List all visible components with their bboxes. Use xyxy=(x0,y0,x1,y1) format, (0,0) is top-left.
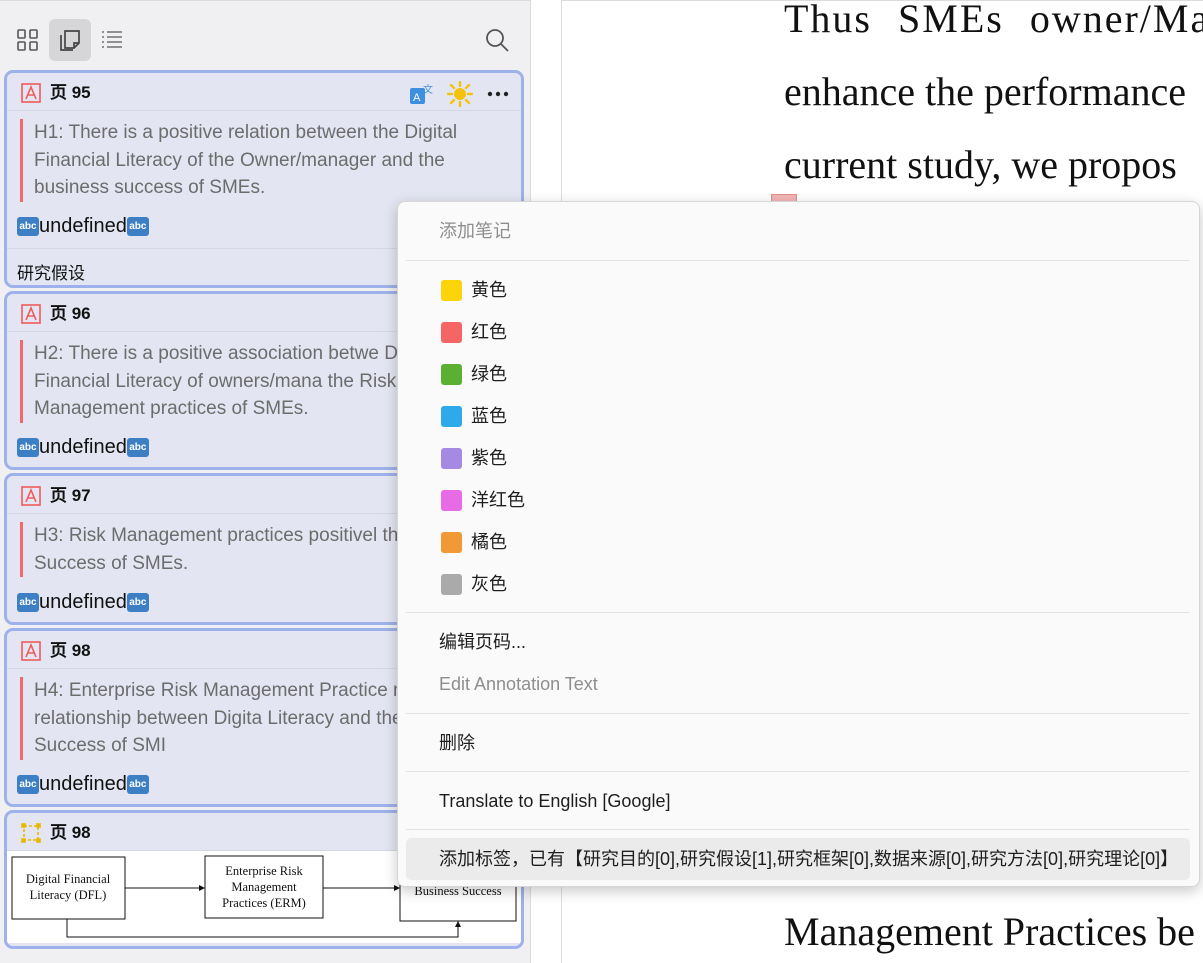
text-highlight-icon xyxy=(21,304,41,324)
color-label: 蓝色 xyxy=(471,406,507,426)
add-tag-menu-item[interactable]: 添加标签，已有【研究目的[0],研究假设[1],研究框架[0],数据来源[0],… xyxy=(439,848,1178,870)
color-swatch xyxy=(441,448,462,469)
abc-icon: abc xyxy=(17,592,39,612)
document-text-line: Management Practices be xyxy=(784,909,1195,954)
color-swatch xyxy=(441,280,462,301)
color-label: 橘色 xyxy=(471,532,507,552)
color-label: 洋红色 xyxy=(471,490,525,510)
search-button[interactable] xyxy=(476,19,518,61)
color-swatch xyxy=(441,322,462,343)
color-swatch xyxy=(441,406,462,427)
translate-icon[interactable]: A 文 xyxy=(409,81,435,107)
page-number-label: 页 98 xyxy=(50,823,91,842)
comment-text: undefined xyxy=(39,590,127,613)
edit-page-number-menu-item[interactable]: 编辑页码... xyxy=(439,631,526,653)
delete-menu-item[interactable]: 删除 xyxy=(439,732,475,754)
outline-view-button[interactable] xyxy=(91,19,133,61)
color-label: 黄色 xyxy=(471,280,507,300)
text-highlight-icon xyxy=(21,486,41,506)
comment-text: undefined xyxy=(39,773,127,795)
document-text-line: enhance the performance xyxy=(784,69,1186,114)
comment-text: undefined xyxy=(39,436,127,458)
color-swatch xyxy=(441,490,462,511)
color-swatch xyxy=(441,364,462,385)
annotation-text: H1: There is a positive relation between… xyxy=(20,119,500,202)
page-number-label: 页 98 xyxy=(50,641,91,660)
more-options-icon[interactable] xyxy=(485,81,511,107)
text-highlight-icon xyxy=(21,83,41,103)
edit-annotation-text-menu-item[interactable]: Edit Annotation Text xyxy=(439,673,598,695)
card-header: 页 95 A 文 xyxy=(7,73,521,111)
color-label: 绿色 xyxy=(471,364,507,384)
document-text-line: Thus SMEs owner/Mar xyxy=(784,0,1203,41)
color-label: 灰色 xyxy=(471,574,507,594)
menu-divider xyxy=(406,829,1190,830)
comment-text: undefined xyxy=(39,215,127,237)
outline-list-icon xyxy=(102,31,122,48)
diagram-box-label: Digital Financial Literacy (DFL) xyxy=(26,872,111,902)
annotation-context-menu: 添加笔记 黄色 红色 绿色 蓝色 紫色 洋红色 橘色 灰色 编辑页码... Ed… xyxy=(397,201,1200,887)
document-text-line: current study, we propos xyxy=(784,142,1177,187)
menu-divider xyxy=(406,771,1190,772)
abc-icon: abc xyxy=(17,438,39,457)
annotations-view-icon xyxy=(60,30,80,51)
translate-menu-item[interactable]: Translate to English [Google] xyxy=(439,790,670,812)
svg-text:文: 文 xyxy=(423,83,433,96)
text-highlight-icon xyxy=(21,641,41,661)
color-label: 紫色 xyxy=(471,448,507,468)
color-label: 红色 xyxy=(471,322,507,342)
grid-view-icon xyxy=(17,29,38,51)
abc-icon: abc xyxy=(17,217,39,236)
color-swatch xyxy=(441,532,462,553)
color-swatch xyxy=(441,574,462,595)
abc-icon: abc xyxy=(126,775,149,794)
page-number-label: 页 95 xyxy=(50,83,91,102)
grid-view-button[interactable] xyxy=(7,19,49,61)
abc-icon: abc xyxy=(126,592,149,612)
page-number-label: 页 97 xyxy=(50,486,91,505)
menu-divider xyxy=(406,713,1190,714)
image-area-icon xyxy=(21,823,41,843)
menu-divider xyxy=(406,260,1190,261)
search-icon xyxy=(486,29,509,52)
sidebar-toolbar xyxy=(0,1,531,69)
diagram-box-label: Enterprise Risk Management Practices (ERM) xyxy=(222,864,306,910)
highlight-star-icon[interactable] xyxy=(447,81,473,107)
abc-icon: abc xyxy=(126,438,149,457)
svg-text:A: A xyxy=(413,92,421,104)
menu-divider xyxy=(406,612,1190,613)
annotations-view-button[interactable] xyxy=(49,19,91,61)
add-note-menu-item[interactable]: 添加笔记 xyxy=(439,220,511,242)
card-tools: A 文 xyxy=(409,81,511,107)
abc-icon: abc xyxy=(126,217,149,236)
abc-icon: abc xyxy=(17,775,39,794)
page-number-label: 页 96 xyxy=(50,304,91,323)
